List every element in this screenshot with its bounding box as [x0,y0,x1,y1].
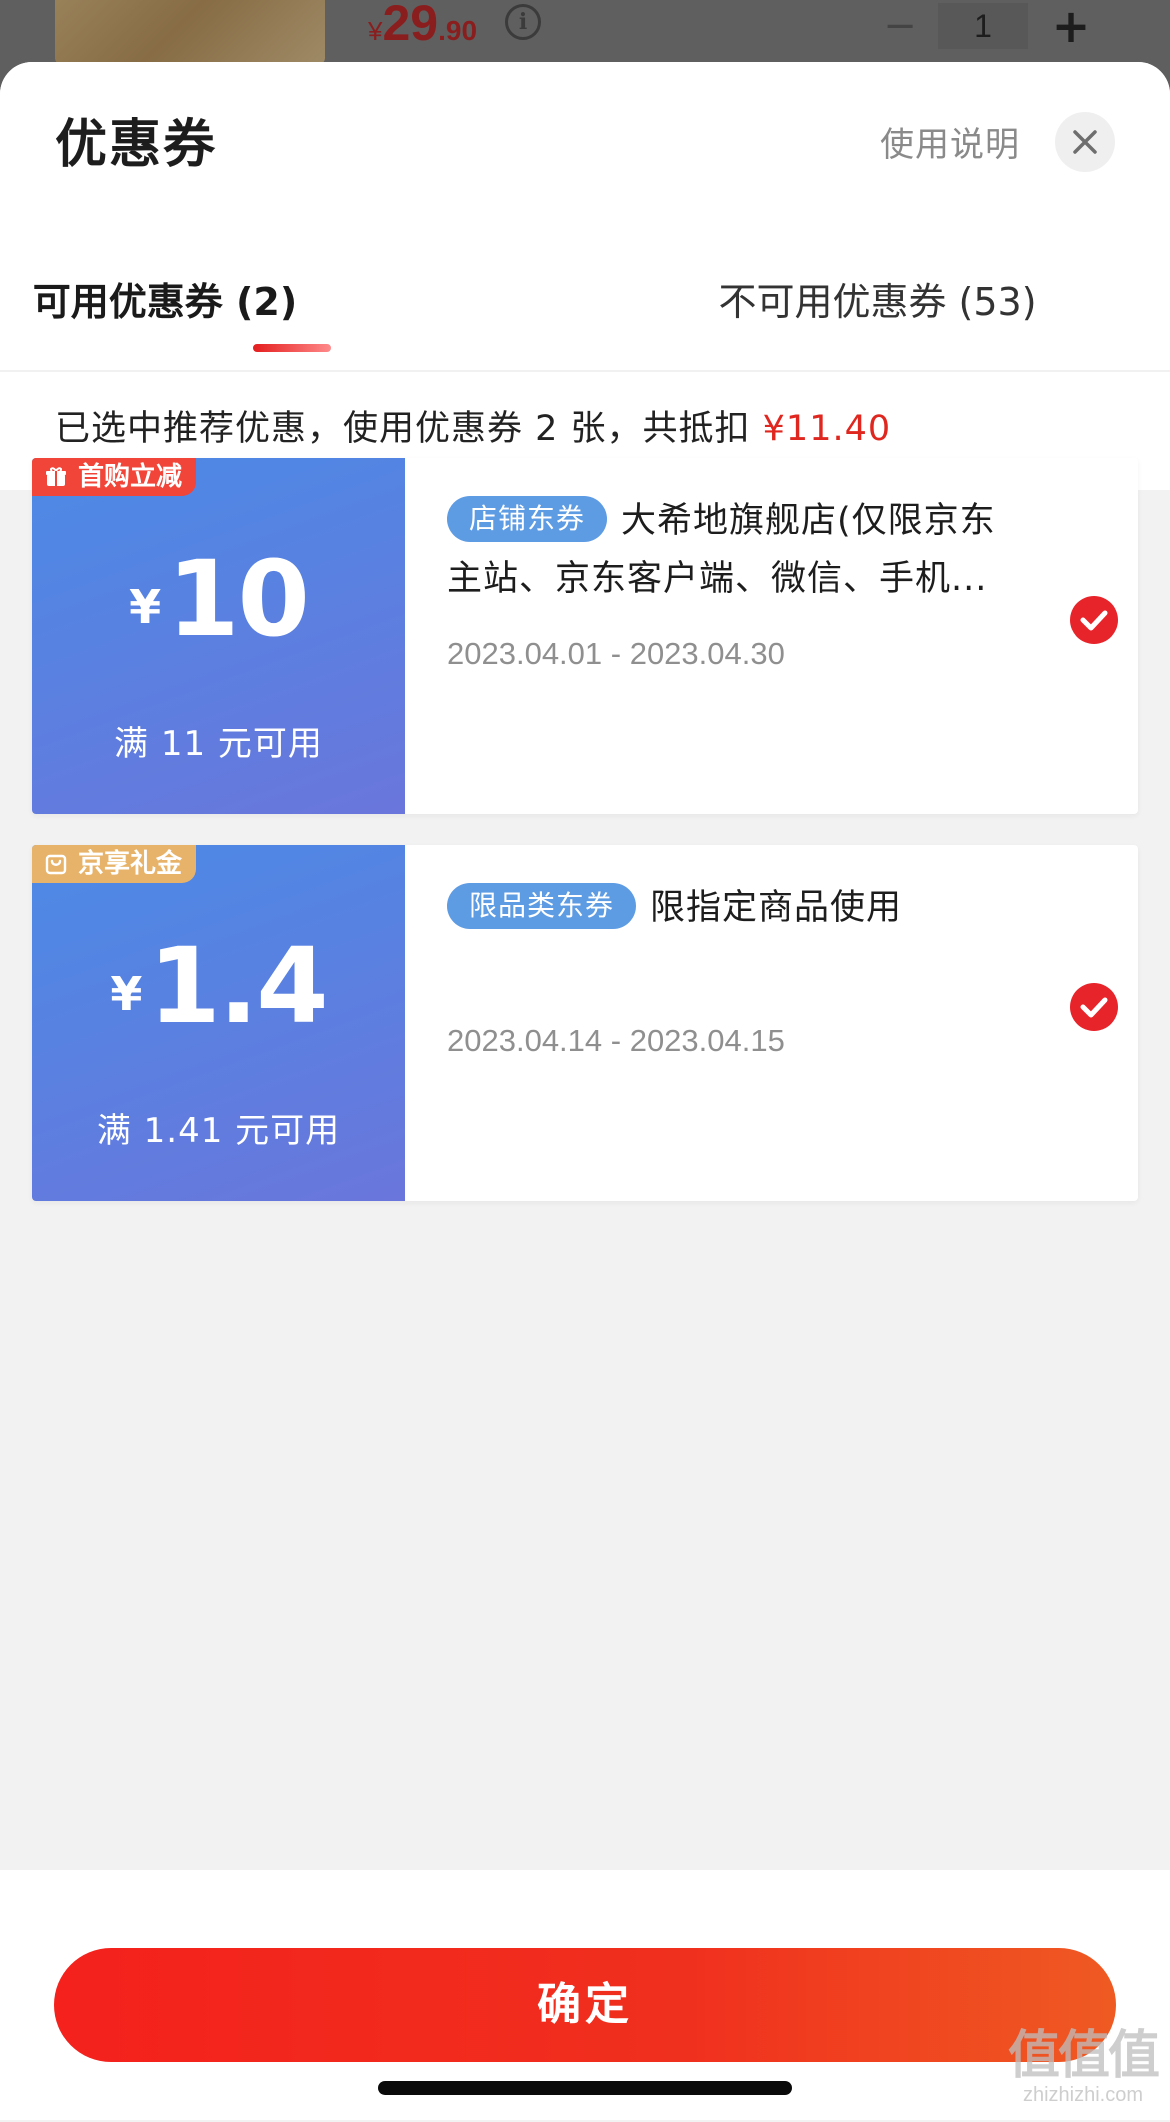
coupon-description: 限品类东券 限指定商品使用 [447,879,1037,937]
quantity-stepper[interactable]: − 1 + [870,0,1106,53]
coupon-tabs: 可用优惠券 (2) 不可用优惠券 (53) [0,262,1170,372]
decrease-button[interactable]: − [870,3,930,49]
coupon-details: 限品类东券 限指定商品使用 2023.04.14 - 2023.04.15 [405,845,1138,1201]
selection-summary: 已选中推荐优惠，使用优惠券 2 张，共抵扣 ¥11.40 [55,400,891,451]
coupon-desc-line2: 主站、京东客户端、微信、手机... [447,559,988,599]
increase-button[interactable]: + [1036,0,1106,53]
watermark-url: zhizhizhi.com [1022,2084,1144,2106]
coupon-tag: 首购立减 [32,458,197,496]
close-icon [1073,130,1097,154]
watermark-main: 值值值 [1007,2026,1160,2086]
coupon-type-badge: 店铺东券 [447,496,608,542]
coupon-desc-line1: 大希地旗舰店(仅限京东 [621,501,996,541]
coupon-value-panel: 首购立减 ¥10 满 11 元可用 [32,458,405,814]
coupon-tag-label: 京享礼金 [78,849,183,879]
coupon-type-badge: 限品类东券 [447,883,637,929]
summary-text: 已选中推荐优惠，使用优惠券 2 张，共抵扣 [55,409,763,449]
product-thumbnail [55,0,325,64]
bag-icon [45,854,67,875]
tab-available[interactable]: 可用优惠券 (2) [0,262,515,342]
close-button[interactable] [1055,112,1115,172]
checkmark-icon[interactable] [1070,983,1118,1031]
coupon-card[interactable]: 首购立减 ¥10 满 11 元可用 店铺东券 大希地旗舰店(仅限京东 主站、京东客… [32,458,1138,814]
confirm-button[interactable]: 确定 [54,1948,1116,2062]
background-overlay: ¥29.90 i − 1 + [0,0,1170,70]
tab-unavailable[interactable]: 不可用优惠券 (53) [585,262,1170,342]
coupon-card[interactable]: 京享礼金 ¥1.4 满 1.41 元可用 限品类东券 限指定商品使用 2023.0… [32,845,1138,1201]
coupon-amount: ¥1.4 [110,925,328,1047]
gift-icon [46,467,66,486]
coupon-value-panel: 京享礼金 ¥1.4 满 1.41 元可用 [32,845,405,1201]
coupon-sheet: 优惠券 使用说明 可用优惠券 (2) 不可用优惠券 (53) 已选中推荐优惠，使… [0,62,1170,2122]
coupon-desc-line1: 限指定商品使用 [650,888,903,928]
watermark-logo: 值值值 zhizhizhi.com [1007,2026,1160,2106]
coupon-tag: 京享礼金 [32,845,197,883]
coupon-tag-label: 首购立减 [78,462,183,492]
coupon-condition: 满 11 元可用 [114,724,323,764]
info-icon[interactable]: i [505,4,541,40]
coupon-description: 店铺东券 大希地旗舰店(仅限京东 主站、京东客户端、微信、手机... [447,492,1037,608]
quantity-value[interactable]: 1 [938,3,1028,49]
home-indicator[interactable] [378,2081,792,2095]
coupon-condition: 满 1.41 元可用 [96,1111,341,1151]
sheet-header: 优惠券 使用说明 可用优惠券 (2) 不可用优惠券 (53) 已选中推荐优惠，使… [0,62,1170,490]
active-tab-indicator [253,344,331,352]
checkmark-icon[interactable] [1070,596,1118,644]
product-price: ¥29.90 [368,0,478,51]
coupon-details: 店铺东券 大希地旗舰店(仅限京东 主站、京东客户端、微信、手机... 2023.0… [405,458,1138,814]
coupon-validity: 2023.04.14 - 2023.04.15 [447,1023,785,1058]
discount-amount: ¥11.40 [762,409,892,449]
usage-instructions-link[interactable]: 使用说明 [880,117,1020,166]
sheet-title: 优惠券 [55,115,218,175]
coupon-validity: 2023.04.01 - 2023.04.30 [447,636,785,671]
coupon-amount: ¥10 [129,538,310,660]
